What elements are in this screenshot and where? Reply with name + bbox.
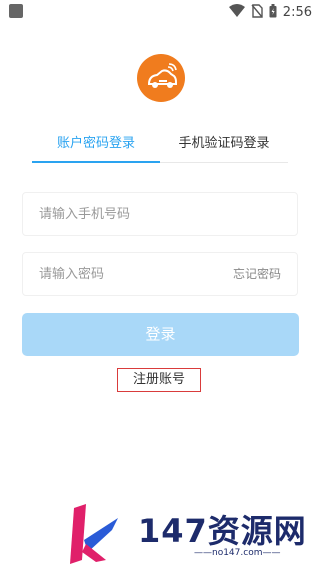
watermark-site: ——no147.com—— <box>194 548 281 558</box>
status-bar: 2:56 <box>0 0 320 24</box>
forgot-password-link[interactable]: 忘记密码 <box>233 253 281 295</box>
wifi-icon <box>228 3 245 22</box>
active-tab-indicator <box>32 161 160 163</box>
login-tabs: 账户密码登录 手机验证码登录 <box>32 128 288 164</box>
no-sim-icon <box>251 3 263 22</box>
phone-input[interactable] <box>39 193 239 235</box>
tab-account-password[interactable]: 账户密码登录 <box>32 128 160 162</box>
tab-phone-code[interactable]: 手机验证码登录 <box>160 128 288 162</box>
notification-app-icon <box>9 4 23 18</box>
password-field: 忘记密码 <box>22 252 298 296</box>
watermark: 147资源网 ——no147.com—— <box>66 500 316 570</box>
app-logo-car-icon <box>137 54 185 102</box>
login-button[interactable]: 登录 <box>22 313 299 356</box>
watermark-logo-icon <box>70 504 118 564</box>
watermark-text: 147资源网 <box>138 512 307 550</box>
phone-field <box>22 192 298 236</box>
clock-time: 2:56 <box>282 4 312 20</box>
password-input[interactable] <box>39 253 239 295</box>
battery-icon <box>269 3 277 22</box>
register-account-link[interactable]: 注册账号 <box>117 368 201 392</box>
